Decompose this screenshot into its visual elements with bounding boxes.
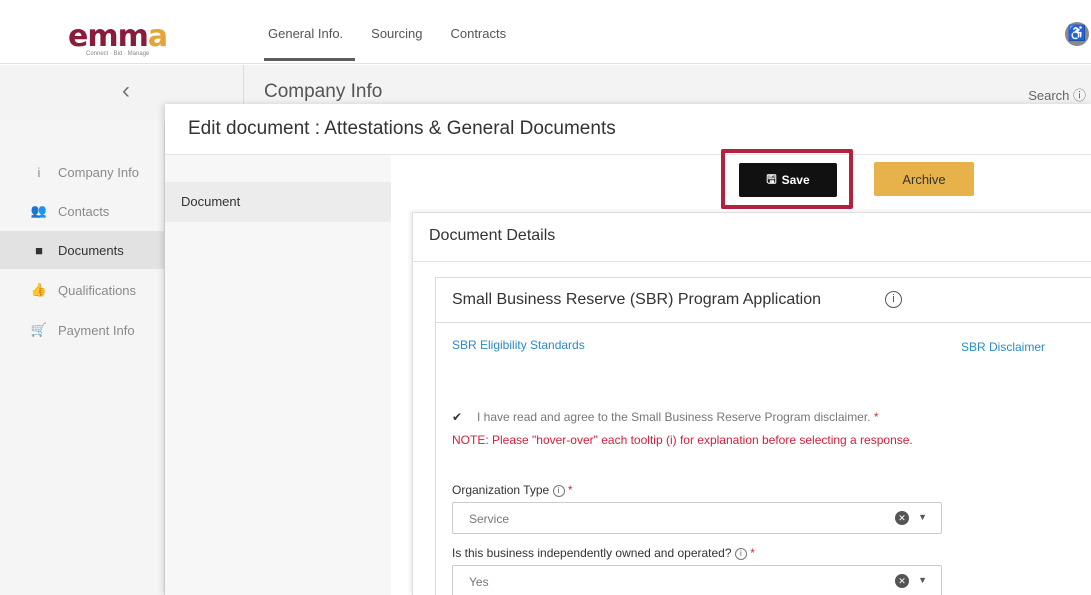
independent-business-value: Yes [469, 575, 489, 589]
required-mark: * [873, 410, 879, 424]
info-circle-icon[interactable]: i [552, 485, 565, 497]
independent-business-label-text: Is this business independently owned and… [452, 546, 732, 560]
page-title: Company Info [264, 81, 383, 102]
disclaimer-checkbox[interactable]: ✔ [452, 410, 466, 424]
sidebar-item-company-info[interactable]: i Company Info [0, 153, 165, 191]
save-button[interactable]: 🖫 Save [739, 163, 837, 197]
tab-contracts[interactable]: Contracts [450, 26, 506, 41]
save-icon: 🖫 [766, 171, 777, 186]
chevron-left-icon[interactable]: ‹ [122, 77, 130, 105]
sidebar-item-documents[interactable]: ■ Documents [0, 231, 165, 269]
required-mark: * [750, 546, 755, 560]
disclaimer-checkbox-label: I have read and agree to the Small Busin… [477, 410, 879, 424]
clear-icon[interactable]: ✕ [895, 511, 909, 525]
thumbs-up-icon: 👍 [30, 282, 48, 297]
required-mark: * [567, 483, 573, 497]
sidebar-item-payment-info[interactable]: 🛒 Payment Info [0, 311, 165, 349]
emma-logo[interactable]: emma [68, 19, 168, 54]
independent-business-select[interactable]: Yes ✕ ▼ [452, 565, 942, 595]
edit-document-modal: Edit document : Attestations & General D… [165, 104, 1091, 595]
clear-icon[interactable]: ✕ [895, 574, 909, 588]
sbr-card-title: Small Business Reserve (SBR) Program App… [452, 291, 822, 308]
top-bar: emma Connect · Bid · Manage General Info… [0, 0, 1091, 64]
sidebar: i Company Info 👥 Contacts ■ Documents 👍 … [0, 121, 165, 595]
disclaimer-checkbox-text: I have read and agree to the Small Busin… [477, 410, 871, 424]
sidebar-item-label: Company Info [58, 164, 139, 180]
tooltip-note: NOTE: Please "hover-over" each tooltip (… [452, 433, 913, 447]
info-circle-icon[interactable]: i [885, 291, 902, 308]
cart-icon: 🛒 [30, 322, 48, 337]
sbr-application-card: Small Business Reserve (SBR) Program App… [435, 277, 1091, 595]
sidebar-item-contacts[interactable]: 👥 Contacts [0, 192, 165, 230]
tab-sourcing[interactable]: Sourcing [371, 26, 422, 41]
sbr-card-header: Small Business Reserve (SBR) Program App… [436, 278, 1091, 323]
book-icon: ■ [35, 242, 43, 258]
people-icon: 👥 [30, 203, 48, 218]
organization-type-label-text: Organization Type [452, 483, 550, 497]
sidebar-item-label: Documents [58, 242, 124, 258]
sidebar-item-qualifications[interactable]: 👍 Qualifications [0, 271, 165, 309]
organization-type-label: Organization Type i * [452, 483, 573, 497]
archive-button[interactable]: Archive [874, 162, 974, 196]
logo-tagline: Connect · Bid · Manage [86, 51, 150, 57]
caret-down-icon[interactable]: ▼ [918, 512, 927, 522]
modal-title: Edit document : Attestations & General D… [188, 118, 616, 139]
document-details-panel: Document Details Small Business Reserve … [412, 212, 1091, 595]
info-circle-icon[interactable]: i [734, 548, 747, 560]
logo-part-mm: mm [87, 19, 149, 54]
top-nav: General Info. Sourcing Contracts [263, 26, 506, 61]
search-link[interactable]: Search ⓘ [1028, 85, 1086, 104]
sidebar-item-label: Contacts [58, 203, 110, 219]
document-nav-label: Document [181, 194, 241, 209]
sidebar-item-label: Qualifications [58, 282, 137, 298]
caret-down-icon[interactable]: ▼ [918, 575, 927, 585]
details-divider [413, 261, 1091, 262]
organization-type-select[interactable]: Service ✕ ▼ [452, 502, 942, 534]
independent-business-label: Is this business independently owned and… [452, 546, 755, 560]
info-icon: i [37, 164, 41, 180]
save-button-label: Save [781, 173, 810, 187]
document-nav: Document [165, 155, 391, 595]
organization-type-value: Service [469, 512, 510, 526]
tab-general-info[interactable]: General Info. [263, 26, 356, 61]
sbr-disclaimer-link[interactable]: SBR Disclaimer [961, 338, 1051, 356]
document-nav-item[interactable]: Document [165, 182, 391, 222]
logo-part-e: e [68, 19, 88, 54]
accessibility-icon[interactable]: ♿ [1065, 22, 1089, 46]
logo-part-a: a [147, 19, 168, 54]
document-details-title: Document Details [429, 227, 556, 244]
sidebar-item-label: Payment Info [58, 322, 135, 338]
sbr-eligibility-link[interactable]: SBR Eligibility Standards [452, 338, 585, 352]
